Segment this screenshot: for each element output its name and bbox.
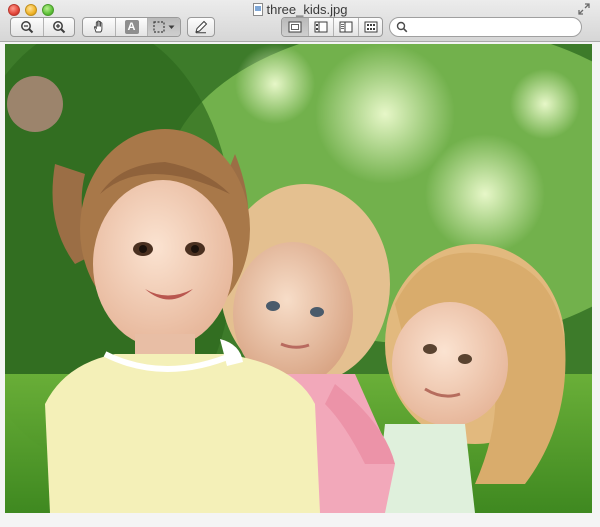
zoom-out-icon (21, 21, 34, 34)
text-tool-button[interactable]: A (115, 18, 147, 36)
search-icon (396, 21, 408, 33)
table-of-contents-button[interactable] (333, 18, 358, 36)
preview-window: three_kids.jpg A (0, 0, 600, 527)
search-input[interactable] (410, 19, 575, 35)
window-title: three_kids.jpg (266, 2, 348, 17)
tool-segmented-control: A (82, 17, 181, 37)
move-tool-button[interactable] (83, 18, 115, 36)
selection-tool-menu-button[interactable] (147, 18, 180, 36)
view-segmented-control (281, 17, 383, 37)
title-bar: three_kids.jpg A (0, 0, 600, 42)
zoom-out-button[interactable] (11, 18, 43, 36)
annotate-control (187, 17, 215, 37)
photo-illustration (5, 44, 592, 513)
contact-sheet-icon (364, 21, 377, 33)
zoom-in-button[interactable] (43, 18, 74, 36)
window-title-area: three_kids.jpg (0, 2, 600, 18)
content-only-button[interactable] (282, 18, 308, 36)
zoom-segmented-control (10, 17, 75, 37)
document-icon (252, 3, 263, 16)
toolbar: A (0, 17, 600, 39)
contact-sheet-button[interactable] (358, 18, 382, 36)
hand-icon (94, 20, 103, 33)
thumbnails-icon (314, 21, 328, 33)
fullscreen-icon[interactable] (578, 3, 590, 15)
zoom-in-icon (53, 21, 66, 34)
content-only-icon (288, 21, 302, 33)
pencil-icon (195, 20, 208, 34)
search-field[interactable] (389, 17, 582, 37)
photo-image (5, 44, 592, 513)
text-select-icon: A (124, 20, 139, 34)
annotate-button[interactable] (188, 18, 214, 36)
table-of-contents-icon (339, 21, 353, 33)
chevron-down-icon (168, 25, 175, 29)
rect-select-icon (153, 21, 165, 33)
thumbnails-button[interactable] (308, 18, 333, 36)
